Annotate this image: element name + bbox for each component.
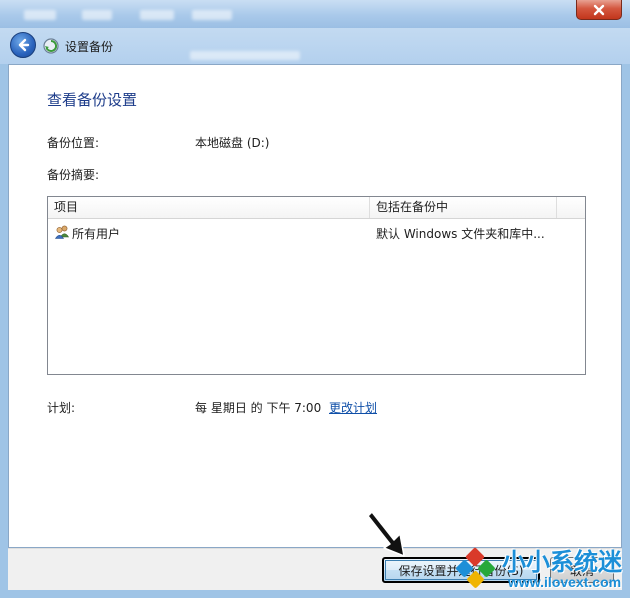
button-bar: 保存设置并运行备份(S) 取消: [8, 548, 622, 590]
blurred-menu-text: [82, 10, 112, 20]
blurred-address-text: [190, 51, 300, 60]
content-panel: 查看备份设置 备份位置: 本地磁盘 (D:) 备份摘要: 项目 包括在备份中 所…: [8, 64, 622, 548]
backup-summary-list[interactable]: 项目 包括在备份中 所有用户 默认 Windows 文件夹和库中...: [47, 196, 586, 375]
close-button[interactable]: [576, 0, 622, 20]
blurred-menu-text: [140, 10, 174, 20]
save-and-run-button[interactable]: 保存设置并运行备份(S): [382, 557, 540, 583]
blurred-menu-text: [24, 10, 56, 20]
title-bar: [0, 0, 630, 28]
list-header: 项目 包括在备份中: [48, 197, 585, 219]
back-button[interactable]: [10, 32, 36, 58]
backup-location-value: 本地磁盘 (D:): [195, 136, 270, 150]
users-icon: [54, 225, 70, 239]
schedule-value: 每 星期日 的 下午 7:00: [195, 401, 322, 415]
column-header-empty: [557, 197, 585, 218]
backup-location-label: 备份位置:: [47, 136, 100, 150]
item-included: 默认 Windows 文件夹和库中...: [376, 227, 545, 241]
pointer-arrow-annotation: [367, 511, 405, 557]
item-name: 所有用户: [72, 227, 121, 241]
backup-app-icon: [43, 38, 59, 54]
column-header-included[interactable]: 包括在备份中: [370, 197, 557, 218]
change-schedule-link[interactable]: 更改计划: [329, 399, 377, 416]
blurred-menu-text: [192, 10, 232, 20]
window-title: 设置备份: [65, 40, 114, 54]
column-header-item[interactable]: 项目: [48, 197, 370, 218]
list-item[interactable]: 所有用户 默认 Windows 文件夹和库中...: [48, 222, 585, 242]
navigation-bar: 设置备份: [0, 28, 630, 64]
backup-summary-label: 备份摘要:: [47, 168, 100, 182]
close-icon: [593, 4, 605, 15]
schedule-label: 计划:: [47, 401, 76, 415]
back-arrow-icon: [18, 38, 30, 52]
cancel-button[interactable]: 取消: [550, 557, 614, 583]
page-title: 查看备份设置: [47, 91, 138, 109]
